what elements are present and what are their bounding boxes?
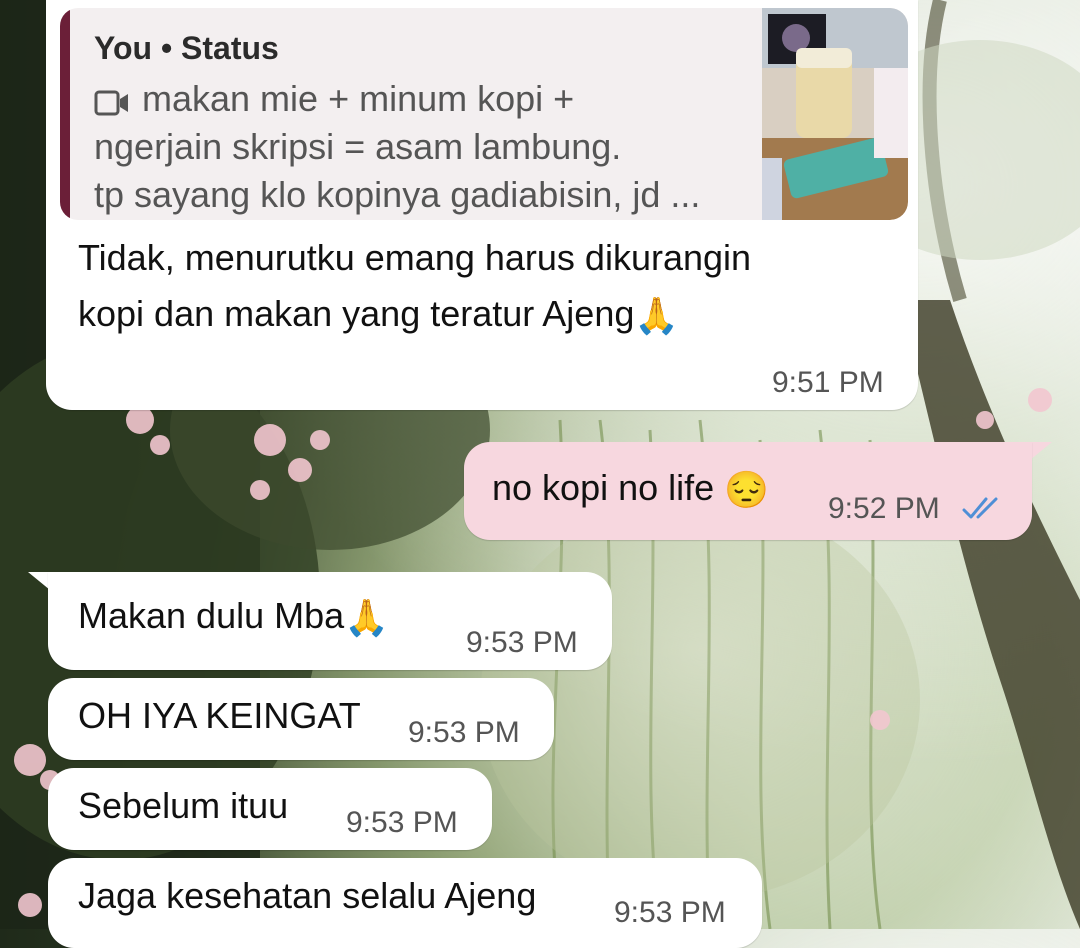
message-text-content: no kopi no life [492,467,715,508]
message-timestamp: 9:53 PM [408,716,520,749]
message-text: no kopi no life 😔 [492,466,769,512]
bubble-tail [28,572,50,590]
pensive-face-emoji: 😔 [724,469,769,511]
message-bubble-incoming-reply[interactable]: You • Status makan mie + minum kopi + ng… [46,0,918,410]
message-text: kopi dan makan yang teratur Ajeng🙏 [78,292,679,338]
message-timestamp: 9:53 PM [614,896,726,929]
message-bubble-incoming[interactable]: Jaga kesehatan selalu Ajeng 9:53 PM [48,858,762,948]
quote-author-label: You • Status [94,30,279,66]
message-text: OH IYA KEINGAT [78,695,361,736]
message-text-content: Makan dulu Mba [78,595,345,636]
message-text: Sebelum ituu [78,785,289,826]
video-camera-icon [94,88,130,123]
message-timestamp: 9:52 PM [828,492,940,525]
bubble-tail [1030,442,1052,460]
message-bubble-incoming[interactable]: Makan dulu Mba🙏 9:53 PM [48,572,612,670]
quote-accent-bar [60,8,70,220]
read-double-check-icon [962,494,1004,527]
quote-text-line: tp sayang klo kopinya gadiabisin, jd ... [94,174,701,215]
message-timestamp: 9:51 PM [772,366,884,399]
quote-text-line: makan mie + minum kopi + [142,78,575,119]
message-text: Tidak, menurutku emang harus dikurangin [78,237,752,278]
status-thumbnail-image [762,8,908,220]
message-bubble-incoming[interactable]: Sebelum ituu 9:53 PM [48,768,492,850]
message-bubble-outgoing[interactable]: no kopi no life 😔 9:52 PM [464,442,1032,540]
message-timestamp: 9:53 PM [466,626,578,659]
quote-text-line: ngerjain skripsi = asam lambung. [94,126,622,167]
message-text: Jaga kesehatan selalu Ajeng [78,875,537,916]
folded-hands-emoji: 🙏 [344,597,389,639]
message-text-line: kopi dan makan yang teratur Ajeng [78,293,635,334]
message-bubble-incoming[interactable]: OH IYA KEINGAT 9:53 PM [48,678,554,760]
quoted-status-preview[interactable]: You • Status makan mie + minum kopi + ng… [60,8,908,220]
message-text: Makan dulu Mba🙏 [78,594,389,640]
message-timestamp: 9:53 PM [346,806,458,839]
folded-hands-emoji: 🙏 [634,295,680,337]
